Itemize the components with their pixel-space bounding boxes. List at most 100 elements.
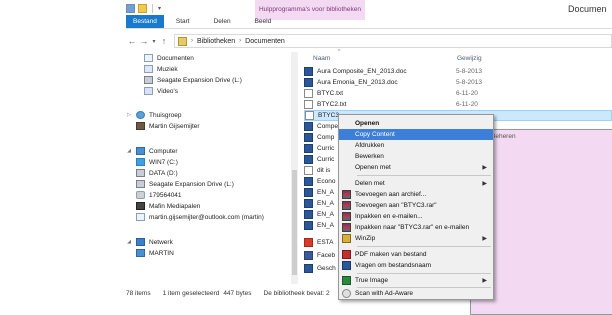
- facebook-file-icon: [304, 251, 313, 260]
- computer-icon: [136, 147, 145, 155]
- menu-item-create-pdf[interactable]: PDF maken van bestand: [339, 249, 493, 260]
- breadcrumb-separator-icon[interactable]: ›: [239, 38, 241, 44]
- up-arrow-icon[interactable]: ↑: [158, 35, 170, 47]
- menu-item-label: Inpakken en e-mailen...: [355, 213, 423, 220]
- menu-item-true-image[interactable]: True Image ▶: [339, 275, 493, 286]
- menu-item-add-to-rar[interactable]: Toevoegen aan "BTYC3.rar": [339, 200, 493, 211]
- menu-item-edit[interactable]: Bewerken: [339, 151, 493, 162]
- sidebar-item-seagate-library[interactable]: Seagate Expansion Drive (L:): [144, 75, 242, 85]
- menu-item-label: Toevoegen aan archief...: [355, 191, 427, 198]
- library-icon: [178, 36, 187, 46]
- sidebar-item-seagate-drive[interactable]: Seagate Expansion Drive (L:): [136, 179, 234, 189]
- menu-item-share-with[interactable]: Delen met ▶: [339, 178, 493, 189]
- sidebar-item-label: Video's: [157, 87, 178, 95]
- sidebar-item-network[interactable]: ◢ Netwerk: [126, 237, 173, 247]
- sidebar-item-label: Martin Gijsemijter: [149, 122, 200, 130]
- menu-divider: [357, 246, 491, 247]
- sidebar-item-win7[interactable]: WIN7 (C:): [136, 157, 178, 167]
- word-document-icon: [304, 155, 313, 164]
- menu-item-label: PDF maken van bestand: [355, 251, 427, 258]
- ribbon-tabs: Bestand Start Delen Beeld Beheren: [126, 15, 612, 315]
- sidebar-item-videos[interactable]: Video's: [144, 86, 178, 96]
- menu-item-compress-rar-and-email[interactable]: Inpakken naar "BTYC3.rar" en e-mailen: [339, 222, 493, 233]
- sidebar-item-onedrive[interactable]: martin.gijsemijter@outlook.com (martin): [136, 212, 264, 222]
- menu-item-copy-content[interactable]: Copy Content: [339, 129, 493, 140]
- column-header-date[interactable]: Gewijzig: [457, 55, 482, 65]
- tab-view[interactable]: Beeld: [243, 15, 284, 28]
- menu-item-label: Inpakken naar "BTYC3.rar" en e-mailen: [355, 224, 470, 231]
- properties-icon[interactable]: [126, 4, 135, 13]
- menu-item-ask-filename[interactable]: Vragen om bestandsnaam: [339, 260, 493, 271]
- tab-start[interactable]: Start: [164, 15, 202, 28]
- sidebar-item-martin-pc[interactable]: MARTIN: [136, 248, 174, 258]
- sidebar-item-label: Seagate Expansion Drive (L:): [149, 180, 234, 188]
- file-name: Aura Emonia_EN_2013.doc: [317, 79, 398, 86]
- word-document-icon: [304, 144, 313, 153]
- selection-size: 447 bytes: [223, 289, 252, 297]
- word-document-icon: [304, 188, 313, 197]
- menu-item-open-with[interactable]: Openen met ▶: [339, 162, 493, 173]
- sidebar-item-dvd[interactable]: 179564041: [136, 190, 182, 200]
- word-document-icon: [304, 210, 313, 219]
- breadcrumb-separator-icon[interactable]: ›: [191, 38, 193, 44]
- file-name: Aura Composite_EN_2013.doc: [317, 68, 407, 75]
- back-arrow-icon[interactable]: ←: [126, 35, 138, 47]
- quick-access-toolbar: ▾: [126, 4, 161, 13]
- drive-icon: [144, 76, 153, 84]
- sidebar-item-homegroup[interactable]: ▷ Thuisgroep: [126, 110, 182, 120]
- music-icon: [144, 65, 153, 73]
- sidebar-item-martin[interactable]: Martin Gijsemijter: [136, 121, 200, 131]
- sidebar-item-phone[interactable]: Mafin Mediapalen: [136, 201, 200, 211]
- sidebar-item-label: Muziek: [157, 65, 178, 73]
- sidebar-item-data[interactable]: DATA (D:): [136, 168, 178, 178]
- sidebar-item-documents[interactable]: Documenten: [144, 53, 194, 63]
- tab-file[interactable]: Bestand: [126, 15, 164, 28]
- forward-arrow-icon[interactable]: →: [138, 35, 150, 47]
- dvd-icon: [136, 191, 145, 199]
- new-folder-icon[interactable]: [138, 4, 147, 13]
- word-document-icon: [304, 177, 313, 186]
- tab-share[interactable]: Delen: [202, 15, 243, 28]
- selection-count: 1 item geselecteerd: [162, 289, 220, 297]
- status-bar: 78 items 1 item geselecteerd 447 bytes D…: [126, 286, 612, 300]
- address-bar[interactable]: › Bibliotheken › Documenten: [174, 34, 612, 48]
- list-item[interactable]: Aura Composite_EN_2013.doc 5-8-2013: [304, 66, 612, 77]
- text-file-icon: [305, 111, 314, 120]
- sidebar-item-label: Documenten: [157, 54, 194, 62]
- expand-arrow-icon[interactable]: ◢: [126, 239, 132, 245]
- sort-ascending-icon: ^: [338, 49, 341, 55]
- sidebar-scrollbar-thumb[interactable]: [292, 170, 297, 275]
- menu-item-print[interactable]: Afdrukken: [339, 140, 493, 151]
- menu-item-add-to-archive[interactable]: Toevoegen aan archief...: [339, 189, 493, 200]
- menu-item-label: Openen: [355, 120, 380, 127]
- menu-divider: [357, 273, 491, 274]
- sidebar-item-label: martin.gijsemijter@outlook.com (martin): [149, 213, 264, 221]
- recent-locations-icon[interactable]: ▾: [150, 35, 158, 47]
- file-name: BTYC.txt: [317, 90, 344, 97]
- menu-item-open[interactable]: Openen: [339, 118, 493, 129]
- sidebar-item-music[interactable]: Muziek: [144, 64, 178, 74]
- expand-arrow-icon[interactable]: ◢: [126, 148, 132, 154]
- sidebar-scrollbar[interactable]: [291, 52, 298, 284]
- word-document-icon: [304, 67, 313, 76]
- menu-divider: [357, 175, 491, 176]
- menu-item-compress-and-email[interactable]: Inpakken en e-mailen...: [339, 211, 493, 222]
- column-header-name[interactable]: Naam: [313, 55, 330, 65]
- sidebar-item-computer[interactable]: ◢ Computer: [126, 146, 178, 156]
- list-item[interactable]: BTYC.txt 6-11-20: [304, 88, 612, 99]
- file-date: 6-11-20: [456, 101, 478, 108]
- menu-item-label: Bewerken: [355, 153, 384, 160]
- expand-arrow-icon[interactable]: ▷: [126, 112, 132, 118]
- list-item[interactable]: BTYC2.txt 6-11-20: [304, 99, 612, 110]
- sidebar-item-label: MARTIN: [149, 249, 174, 257]
- breadcrumb-libraries[interactable]: Bibliotheken: [197, 38, 235, 45]
- breadcrumb-documents[interactable]: Documenten: [245, 38, 285, 45]
- customize-toolbar-icon[interactable]: ▾: [158, 5, 161, 12]
- file-date: 5-8-2013: [456, 79, 483, 86]
- menu-item-winzip[interactable]: WinZip ▶: [339, 233, 493, 244]
- text-file-icon: [304, 89, 313, 98]
- winzip-icon: [342, 234, 351, 243]
- sidebar-item-label: Netwerk: [149, 238, 173, 246]
- list-item[interactable]: Aura Emonia_EN_2013.doc 5-8-2013: [304, 77, 612, 88]
- network-icon: [136, 238, 145, 246]
